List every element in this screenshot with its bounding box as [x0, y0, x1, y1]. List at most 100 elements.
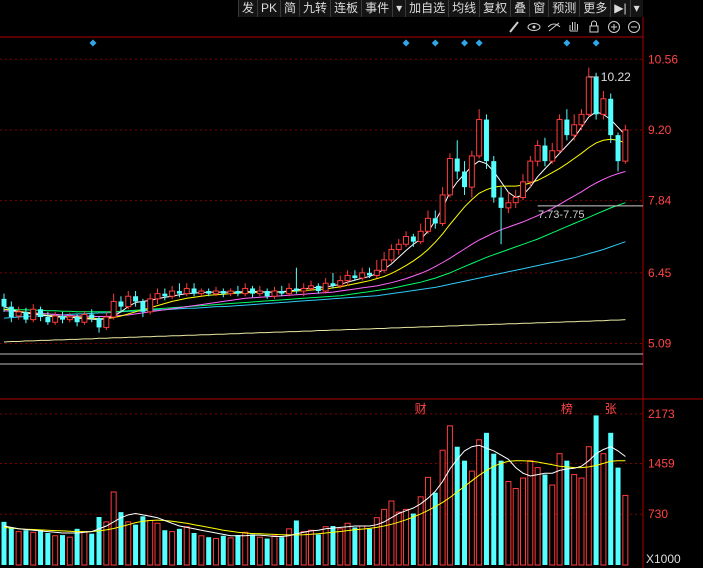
- volume-bar[interactable]: [147, 519, 154, 566]
- candle-body[interactable]: [315, 285, 321, 292]
- volume-bar[interactable]: [600, 453, 607, 566]
- volume-bar[interactable]: [235, 535, 241, 565]
- volume-bar[interactable]: [125, 521, 132, 566]
- candle-body[interactable]: [176, 291, 182, 294]
- volume-bar[interactable]: [622, 494, 629, 566]
- volume-bar[interactable]: [300, 531, 307, 566]
- volume-bar[interactable]: [81, 531, 88, 566]
- candle-body[interactable]: [585, 76, 592, 115]
- volume-bar[interactable]: [250, 534, 256, 565]
- candle-body[interactable]: [256, 290, 263, 295]
- volume-bar[interactable]: [169, 531, 176, 566]
- candle-body[interactable]: [220, 291, 226, 294]
- volume-bar[interactable]: [315, 534, 321, 565]
- volume-bar[interactable]: [498, 460, 504, 565]
- collapse-panel-icon[interactable]: ▶|: [610, 0, 630, 17]
- candle-body[interactable]: [352, 275, 358, 279]
- candle-body[interactable]: [125, 295, 132, 308]
- candle-body[interactable]: [512, 197, 519, 204]
- candle-body[interactable]: [169, 290, 176, 297]
- candle-body[interactable]: [462, 171, 468, 188]
- candle-body[interactable]: [498, 197, 504, 208]
- candle-body[interactable]: [403, 235, 410, 245]
- volume-bar[interactable]: [23, 530, 29, 565]
- event-marker-diamond[interactable]: [431, 39, 439, 47]
- volume-bar[interactable]: [352, 527, 358, 565]
- event-marker-diamond[interactable]: [89, 39, 97, 47]
- candle-body[interactable]: [381, 259, 388, 271]
- volume-bar[interactable]: [220, 535, 226, 565]
- button-more[interactable]: 更多: [579, 0, 611, 17]
- zoom-in-icon[interactable]: [608, 21, 620, 33]
- candle-body[interactable]: [337, 280, 344, 287]
- volume-bar[interactable]: [381, 508, 388, 566]
- volume-bar[interactable]: [191, 533, 197, 565]
- volume-bar[interactable]: [227, 537, 234, 566]
- candle-body[interactable]: [571, 124, 578, 136]
- volume-bar[interactable]: [154, 522, 161, 566]
- button-window[interactable]: 窗: [529, 0, 549, 17]
- hide-icon[interactable]: [547, 22, 561, 32]
- pencil-icon[interactable]: [509, 21, 519, 33]
- candle-body[interactable]: [520, 181, 527, 199]
- stock-chart[interactable]: 财 榜 张 10.56 9.20 7.84 6.45 5.09 2173 1459 730 X100…: [0, 17, 703, 568]
- volume-bar[interactable]: [585, 446, 592, 566]
- candle-body[interactable]: [66, 316, 73, 321]
- volume-bar[interactable]: [256, 536, 263, 566]
- volume-bar[interactable]: [89, 533, 95, 565]
- events-dropdown[interactable]: ▾: [392, 0, 406, 17]
- candle-body[interactable]: [432, 218, 438, 224]
- button-pk[interactable]: PK: [257, 0, 281, 17]
- candle-body[interactable]: [534, 145, 541, 162]
- volume-bar[interactable]: [162, 530, 168, 565]
- event-flag-label[interactable]: 榜: [561, 401, 573, 416]
- candle-body[interactable]: [556, 119, 563, 152]
- volume-bar[interactable]: [264, 538, 270, 565]
- volume-bar[interactable]: [403, 508, 410, 566]
- candle-body[interactable]: [89, 314, 95, 319]
- event-marker-diamond[interactable]: [563, 39, 571, 47]
- candle-body[interactable]: [322, 282, 329, 292]
- candle-body[interactable]: [279, 291, 285, 294]
- candle-body[interactable]: [74, 317, 80, 323]
- volume-bar[interactable]: [520, 477, 527, 566]
- candle-body[interactable]: [38, 309, 44, 318]
- volume-bar[interactable]: [462, 460, 468, 565]
- eye-icon[interactable]: [527, 23, 541, 31]
- volume-bar[interactable]: [615, 467, 621, 565]
- candle-body[interactable]: [410, 236, 416, 242]
- candle-body[interactable]: [367, 272, 372, 276]
- candle-body[interactable]: [300, 287, 307, 292]
- volume-bar[interactable]: [512, 487, 519, 566]
- volume-bar[interactable]: [74, 528, 80, 565]
- candle-body[interactable]: [578, 113, 585, 126]
- candle-body[interactable]: [271, 290, 278, 297]
- volume-bar[interactable]: [424, 476, 431, 566]
- candle-body[interactable]: [608, 98, 614, 136]
- candle-body[interactable]: [227, 290, 234, 295]
- candle-body[interactable]: [395, 243, 402, 250]
- candle-body[interactable]: [59, 315, 65, 320]
- volume-bar[interactable]: [359, 525, 366, 566]
- candle-body[interactable]: [373, 269, 380, 276]
- candle-body[interactable]: [505, 202, 512, 209]
- volume-bar[interactable]: [468, 470, 475, 566]
- candle-body[interactable]: [23, 311, 29, 320]
- volume-bar[interactable]: [8, 527, 14, 565]
- candle-body[interactable]: [286, 287, 293, 295]
- volume-bar[interactable]: [483, 432, 489, 565]
- candle-body[interactable]: [359, 272, 366, 279]
- button-limit-streak[interactable]: 连板: [330, 0, 362, 17]
- candle-body[interactable]: [615, 135, 621, 162]
- candle-body[interactable]: [1, 298, 7, 307]
- volume-bar[interactable]: [286, 528, 293, 566]
- candle-body[interactable]: [30, 308, 37, 321]
- volume-bar[interactable]: [542, 474, 548, 565]
- drawing-tool-icons[interactable]: [509, 20, 640, 33]
- volume-bar[interactable]: [395, 511, 402, 566]
- candle-body[interactable]: [133, 296, 139, 302]
- candle-body[interactable]: [140, 301, 146, 312]
- candle-body[interactable]: [542, 145, 548, 162]
- volume-bar[interactable]: [118, 512, 124, 565]
- volume-bar[interactable]: [140, 516, 146, 565]
